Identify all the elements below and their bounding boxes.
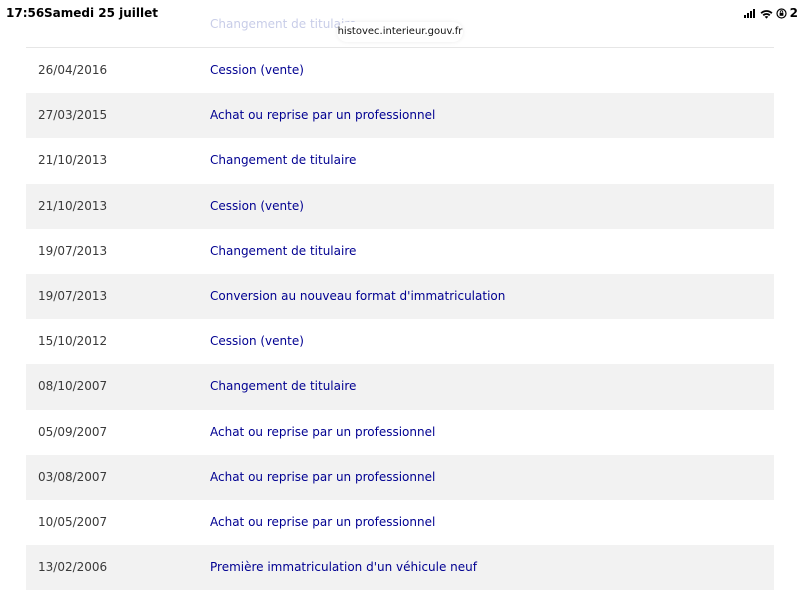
event-label: Changement de titulaire [210, 243, 357, 258]
event-label: Changement de titulaire [210, 379, 357, 394]
table-row: 19/07/2013 Changement de titulaire [26, 229, 774, 274]
table-row: 26/04/2016 Cession (vente) [26, 48, 774, 93]
table-row: 05/09/2007 Achat ou reprise par un profe… [26, 410, 774, 455]
table-row: 10/05/2007 Achat ou reprise par un profe… [26, 500, 774, 545]
event-date: 03/08/2007 [38, 469, 108, 484]
table-row: 21/10/2013 Cession (vente) [26, 183, 774, 229]
event-label: Cession (vente) [210, 198, 304, 213]
event-date: 19/07/2013 [38, 288, 108, 303]
wifi-icon [760, 4, 773, 23]
event-date: 27/03/2015 [38, 108, 108, 123]
orientation-lock-icon [776, 4, 787, 23]
event-date: 19/07/2013 [38, 243, 108, 258]
event-label: Achat ou reprise par un professionnel [210, 514, 436, 529]
event-label: Achat ou reprise par un professionnel [210, 108, 436, 123]
event-date: 15/10/2012 [38, 334, 108, 349]
table-row: 19/07/2013 Conversion au nouveau format … [26, 273, 774, 320]
event-label: Cession (vente) [210, 334, 304, 349]
event-date: 08/10/2007 [38, 379, 108, 394]
page-viewport: Changement de titulaire 26/04/2016 Cessi… [0, 0, 800, 600]
event-label: Achat ou reprise par un professionnel [210, 424, 436, 439]
event-label: Achat ou reprise par un professionnel [210, 469, 436, 484]
status-date: Samedi 25 juillet [44, 6, 159, 20]
status-time: 17:56 [6, 6, 45, 20]
url-text: histovec.interieur.gouv.fr [337, 26, 463, 37]
event-date: 21/10/2013 [38, 153, 108, 168]
event-label: Changement de titulaire [210, 153, 357, 168]
event-label: Cession (vente) [210, 63, 304, 77]
table-row: 15/10/2012 Cession (vente) [26, 319, 774, 364]
table-row: 08/10/2007 Changement de titulaire [26, 364, 774, 410]
event-label: Première immatriculation d'un véhicule n… [210, 560, 477, 575]
event-date: 05/09/2007 [38, 424, 108, 439]
table-row: 21/10/2013 Changement de titulaire [26, 138, 774, 183]
event-label: Conversion au nouveau format d'immatricu… [210, 288, 506, 303]
table-row: 27/03/2015 Achat ou reprise par un profe… [26, 93, 774, 139]
battery-percentage: 2 [789, 6, 798, 20]
event-date: 13/02/2006 [38, 560, 108, 575]
table-row: 03/08/2007 Achat ou reprise par un profe… [26, 454, 774, 500]
vehicle-history-table: 26/04/2016 Cession (vente) 27/03/2015 Ac… [26, 48, 774, 591]
table-row: 13/02/2006 Première immatriculation d'un… [26, 545, 774, 591]
url-bar[interactable]: histovec.interieur.gouv.fr [337, 22, 463, 42]
signal-icon [743, 8, 756, 18]
event-date: 10/05/2007 [38, 514, 108, 529]
event-date: 26/04/2016 [38, 63, 108, 77]
event-date: 21/10/2013 [38, 198, 108, 213]
status-icons: 2 [743, 4, 798, 23]
